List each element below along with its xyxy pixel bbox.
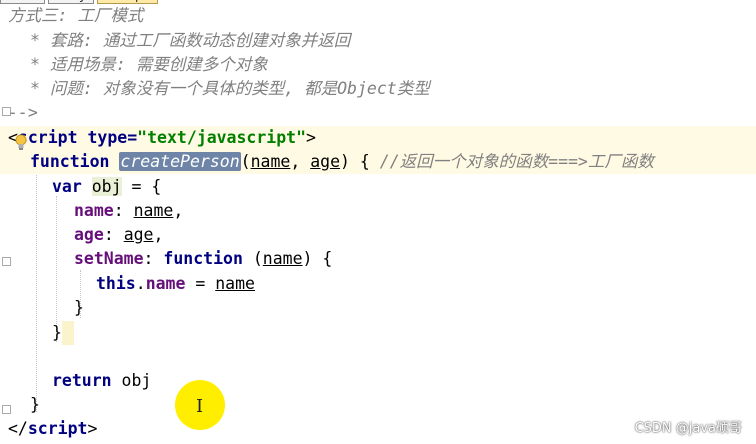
- function-declaration: function createPerson(name, age) { //返回一…: [0, 150, 756, 174]
- light-bulb-icon[interactable]: [14, 134, 28, 152]
- this-assignment: this.name = name: [96, 274, 255, 293]
- inner-close-brace: }: [74, 298, 84, 317]
- var-declaration: var obj = {: [52, 177, 162, 196]
- comment-line: * 问题: 对象没有一个具体的类型, 都是Object类型: [30, 79, 430, 98]
- comment-line: * 适用场景: 需要创建多个对象: [30, 55, 268, 74]
- property-setName: setName: function (name) {: [74, 249, 333, 268]
- watermark: CSDN @java硕哥: [634, 421, 742, 436]
- comment-line: * 套路: 通过工厂函数动态创建对象并返回: [30, 31, 351, 50]
- selected-function-name: createPerson: [119, 152, 241, 171]
- script-open-tag: <script type="text/javascript">: [0, 126, 756, 150]
- property-age: age: age,: [74, 225, 164, 244]
- object-close-brace: }: [0, 321, 756, 345]
- comment-line: 方式三: 工厂模式: [8, 6, 144, 25]
- return-statement: return obj: [52, 371, 152, 390]
- text-cursor-icon: I: [196, 396, 204, 417]
- property-name: name: name,: [74, 201, 184, 220]
- comment-end: -->: [8, 103, 38, 122]
- function-close-brace: }: [30, 395, 40, 414]
